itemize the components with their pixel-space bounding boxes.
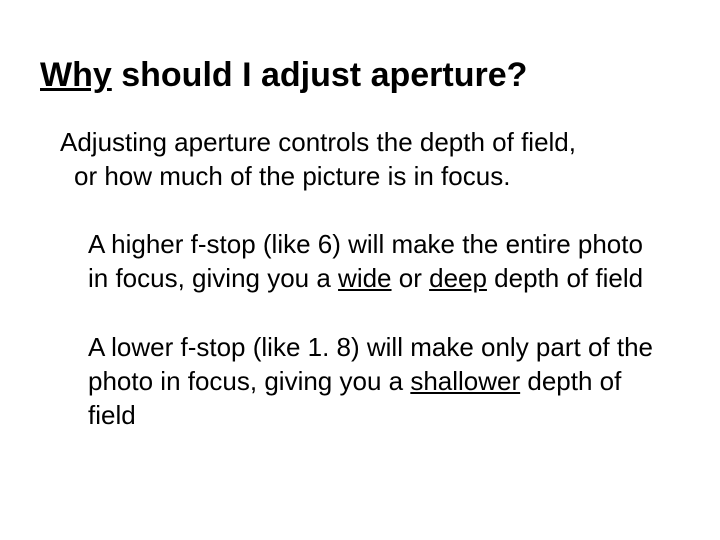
intro-line-2: or how much of the picture is in focus.	[74, 160, 680, 194]
high-underline-wide: wide	[338, 263, 391, 293]
high-post: depth of field	[487, 263, 643, 293]
slide-title-underlined: Why	[40, 56, 112, 94]
slide-title-rest: should I adjust aperture?	[112, 56, 528, 94]
intro-paragraph: Adjusting aperture controls the depth of…	[60, 126, 680, 194]
slide-title: Why should I adjust aperture?	[40, 55, 680, 96]
high-underline-deep: deep	[429, 263, 487, 293]
low-underline-shallower: shallower	[410, 366, 520, 396]
low-fstop-paragraph: A lower f-stop (like 1. 8) will make onl…	[88, 331, 670, 432]
slide: Why should I adjust aperture? Adjusting …	[0, 0, 720, 540]
high-mid: or	[392, 263, 430, 293]
intro-line-1: Adjusting aperture controls the depth of…	[60, 127, 576, 157]
high-fstop-paragraph: A higher f-stop (like 6) will make the e…	[88, 228, 670, 296]
